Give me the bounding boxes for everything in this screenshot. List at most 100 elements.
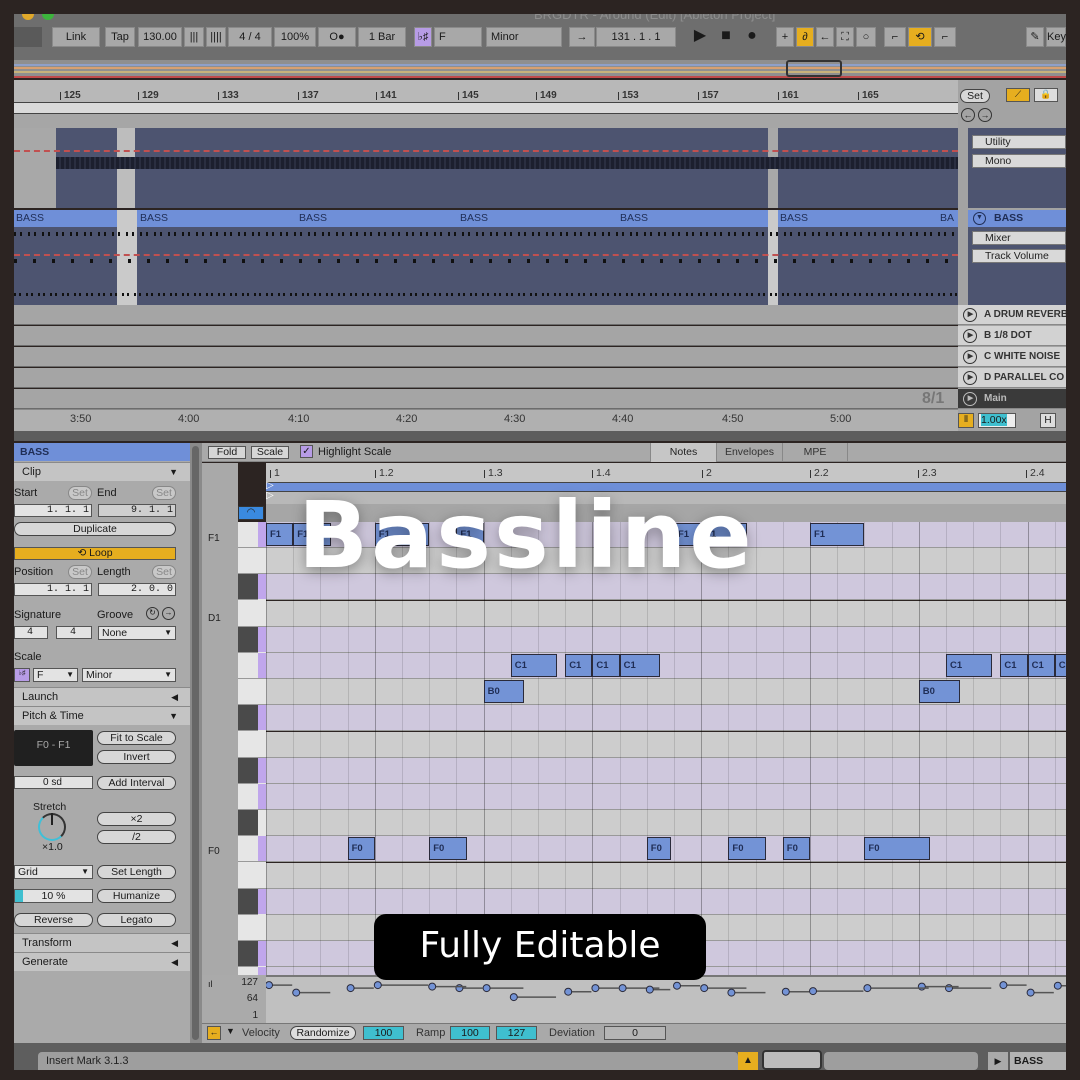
- reenable-automation-icon[interactable]: ←: [816, 27, 834, 47]
- clip-overview-thumb[interactable]: [762, 1050, 822, 1070]
- piano-key[interactable]: [238, 653, 266, 679]
- clip-title-bar[interactable]: BASS: [14, 443, 190, 461]
- preview-headphones-icon[interactable]: ◠: [238, 506, 264, 520]
- velocity-handle[interactable]: [700, 984, 709, 993]
- song-position-field[interactable]: 131 . 1 . 1: [596, 27, 676, 47]
- punch-out-icon[interactable]: ⌐: [934, 27, 956, 47]
- draw-mode-icon[interactable]: ✎: [1026, 27, 1044, 47]
- velocity-handle[interactable]: [564, 987, 573, 996]
- velocity-handle[interactable]: [945, 984, 953, 993]
- previous-locator-icon[interactable]: ←: [961, 108, 975, 122]
- velocity-handle[interactable]: [917, 982, 926, 991]
- scale-mode-dropdown[interactable]: Minor: [82, 668, 176, 682]
- arrangement-scroll-strip[interactable]: [14, 102, 958, 114]
- midi-note[interactable]: C1: [1000, 654, 1028, 677]
- midi-note[interactable]: B0: [483, 680, 525, 704]
- grid-dropdown[interactable]: Grid: [14, 865, 93, 879]
- midi-note[interactable]: C1: [1027, 654, 1055, 677]
- midi-note[interactable]: F0: [646, 837, 672, 861]
- fold-button[interactable]: Fold: [208, 446, 246, 459]
- end-field[interactable]: 9. 1. 1: [98, 504, 176, 517]
- bar-ruler[interactable]: 125 129 133 137 141 145 149 153 157 161 …: [14, 80, 958, 102]
- device-chooser[interactable]: Utility: [972, 135, 1066, 149]
- piano-key[interactable]: [238, 626, 266, 653]
- double-button[interactable]: ×2: [97, 812, 176, 826]
- signature-denominator-field[interactable]: 4: [56, 626, 92, 639]
- selected-track-name[interactable]: BASS: [1010, 1052, 1066, 1070]
- key-root-dropdown[interactable]: F: [434, 27, 482, 47]
- velocity-handle[interactable]: [863, 984, 872, 993]
- device-overview[interactable]: [824, 1052, 978, 1070]
- play-button[interactable]: ▶: [690, 27, 710, 47]
- record-button[interactable]: ●: [742, 27, 762, 47]
- loop-switch-icon[interactable]: ⟲: [908, 27, 932, 47]
- piano-key[interactable]: [238, 810, 258, 837]
- scale-button[interactable]: Scale: [251, 446, 289, 459]
- transpose-field[interactable]: 0 sd: [14, 776, 93, 789]
- velocity-handle[interactable]: [346, 984, 355, 993]
- midi-note[interactable]: C1: [565, 654, 593, 677]
- velocity-handle[interactable]: [727, 988, 736, 997]
- midi-note[interactable]: F0: [864, 837, 930, 861]
- ramp-end-field[interactable]: 127: [496, 1026, 537, 1040]
- loop-position-field[interactable]: 1. 1. 1: [14, 583, 92, 596]
- piano-key[interactable]: [238, 522, 266, 548]
- arrangement-clip[interactable]: BASS: [16, 212, 44, 224]
- next-locator-icon[interactable]: →: [978, 108, 992, 122]
- piano-key[interactable]: [238, 757, 266, 784]
- velocity-handle[interactable]: [1026, 988, 1035, 997]
- play-icon[interactable]: ▶: [963, 308, 977, 322]
- piano-key[interactable]: [238, 679, 266, 706]
- overview-viewport-box[interactable]: [786, 60, 842, 77]
- set-position-button[interactable]: Set: [68, 565, 92, 579]
- piano-key[interactable]: [238, 941, 266, 968]
- scale-dropdown[interactable]: Minor: [486, 27, 562, 47]
- commit-groove-icon[interactable]: →: [162, 607, 175, 620]
- midi-note[interactable]: F1: [266, 523, 294, 546]
- minimize-window-icon[interactable]: [22, 14, 34, 20]
- main-lane[interactable]: [14, 389, 958, 409]
- automation-arm-icon[interactable]: ∂: [796, 27, 814, 47]
- play-icon[interactable]: ▶: [988, 1052, 1008, 1070]
- duplicate-button[interactable]: Duplicate: [14, 522, 176, 536]
- parameter-chooser[interactable]: Track Volume: [972, 249, 1066, 263]
- arrangement-clip[interactable]: BASS: [780, 212, 808, 224]
- piano-key[interactable]: [238, 574, 266, 601]
- set-start-button[interactable]: Set: [68, 486, 92, 500]
- velocity-handle[interactable]: [292, 988, 301, 997]
- return-lane-d[interactable]: [14, 368, 958, 388]
- loop-toggle[interactable]: ⟲ Loop: [14, 547, 176, 560]
- return-track-a[interactable]: ▶ A DRUM REVERB: [958, 305, 1066, 325]
- view-divider[interactable]: [14, 431, 1066, 441]
- velocity-handle[interactable]: [455, 984, 464, 993]
- velocity-handle[interactable]: [618, 984, 627, 993]
- height-toggle-button[interactable]: H: [1040, 413, 1056, 428]
- maximize-window-icon[interactable]: [42, 14, 54, 20]
- bass-track-lane[interactable]: [14, 227, 958, 305]
- lane-menu-chevron-icon[interactable]: ▼: [226, 1026, 235, 1036]
- arrangement-clip[interactable]: BASS: [620, 212, 648, 224]
- waveform-icon[interactable]: ⫴: [958, 413, 974, 428]
- follow-toggle-icon[interactable]: ⟋: [1006, 88, 1030, 102]
- velocity-value-field[interactable]: 100: [363, 1026, 404, 1040]
- midi-note[interactable]: C1: [592, 654, 620, 677]
- play-icon[interactable]: ▶: [963, 392, 977, 406]
- overdub-plus-icon[interactable]: +: [776, 27, 794, 47]
- bass-clip-headers[interactable]: BASS BASS BASS BASS BASS BASS BA: [14, 210, 958, 227]
- beat-ruler[interactable]: 1 1.2 1.3 1.4 2 2.2 2.3 2.4: [266, 463, 1066, 483]
- pitch-time-section-header[interactable]: Pitch & Time ▼: [14, 706, 190, 725]
- highlight-scale-checkbox[interactable]: ✓: [300, 445, 313, 458]
- set-locator-button[interactable]: Set: [960, 89, 990, 103]
- deviation-field[interactable]: 0: [604, 1026, 666, 1040]
- track-1-lane[interactable]: [14, 128, 958, 208]
- return-lane-a[interactable]: [14, 305, 958, 325]
- play-icon[interactable]: ▶: [963, 329, 977, 343]
- midi-note[interactable]: F0: [347, 837, 375, 861]
- groove-dropdown[interactable]: None: [98, 626, 176, 640]
- quantize-dropdown[interactable]: 1 Bar: [358, 27, 406, 47]
- scale-mode-icon[interactable]: ♭♯: [14, 668, 30, 682]
- return-track-d[interactable]: ▶ D PARALLEL CO: [958, 368, 1066, 388]
- arrangement-clip[interactable]: BASS: [460, 212, 488, 224]
- follow-arrow-icon[interactable]: →: [569, 27, 595, 47]
- piano-key[interactable]: [238, 600, 266, 627]
